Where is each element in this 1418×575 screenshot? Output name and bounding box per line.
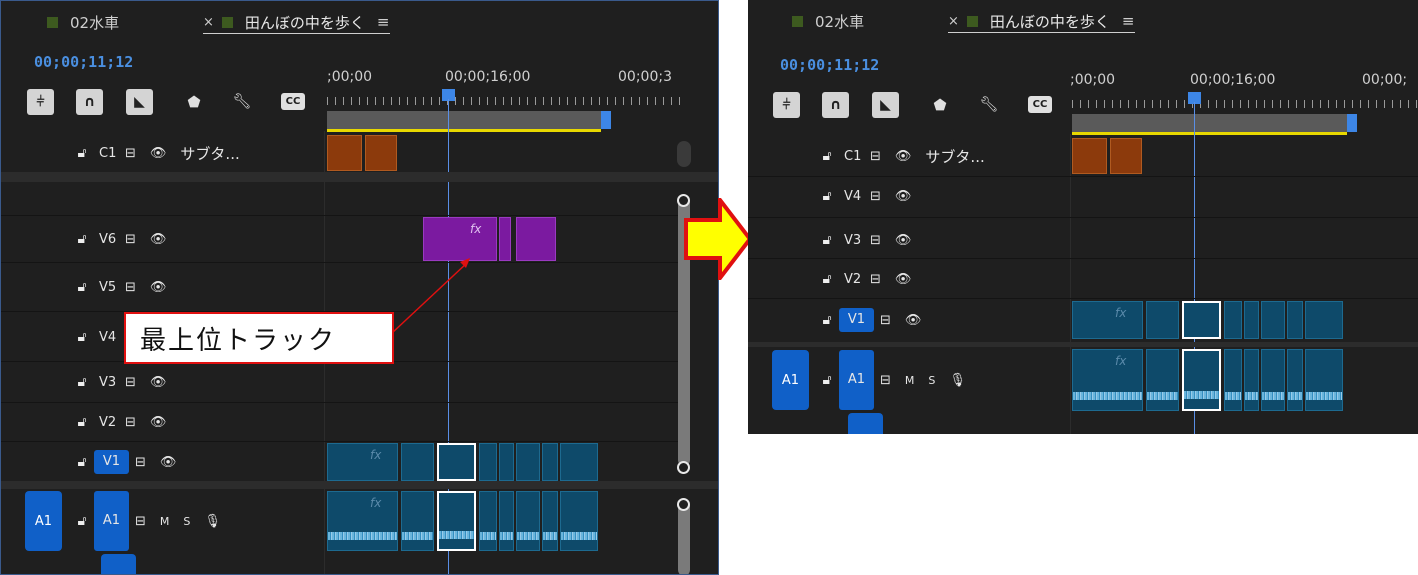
caption-clip[interactable] <box>1110 138 1142 174</box>
sync-lock-icon[interactable]: ⊟ <box>870 149 881 164</box>
playhead-timecode[interactable]: 00;00;11;12 <box>780 56 879 74</box>
fx-badge: fx <box>1115 354 1127 368</box>
audio-clip[interactable] <box>1224 349 1242 411</box>
lock-icon[interactable]: 🔓︎ <box>820 372 834 388</box>
track-row-line <box>748 176 1418 177</box>
eye-icon[interactable]: 👁︎ <box>895 149 912 164</box>
sync-lock-icon[interactable]: ⊟ <box>880 373 891 388</box>
callout-top-track-label: 最上位トラック <box>124 312 394 364</box>
v1-source-target[interactable]: V1 <box>839 308 874 332</box>
a2-track-target[interactable] <box>848 413 883 434</box>
video-clip[interactable] <box>1224 301 1242 339</box>
ruler-label-16: 00;00;16;00 <box>1190 72 1276 88</box>
sequence-icon <box>792 15 803 27</box>
eye-icon[interactable]: 👁︎ <box>905 313 922 328</box>
video-clip[interactable]: fx <box>1072 301 1143 339</box>
track-row-line <box>748 217 1418 218</box>
sync-lock-icon[interactable]: ⊟ <box>870 233 881 248</box>
video-clip[interactable] <box>1305 301 1343 339</box>
close-icon[interactable]: × <box>948 14 959 29</box>
sync-lock-icon[interactable]: ⊟ <box>870 272 881 287</box>
ruler-label-32: 00;00; <box>1362 72 1408 88</box>
video-clip[interactable] <box>1261 301 1285 339</box>
eye-icon[interactable]: 👁︎ <box>895 189 912 204</box>
audio-clip[interactable]: fx <box>1072 349 1143 411</box>
nest-sequence-icon[interactable]: ⫩ <box>773 92 800 118</box>
caption-clip[interactable] <box>1072 138 1107 174</box>
lock-icon[interactable]: 🔓︎ <box>820 148 834 164</box>
video-clip-selected[interactable] <box>1182 301 1221 339</box>
snap-icon[interactable]: ∩ <box>822 92 849 118</box>
wrench-icon[interactable]: 🔧︎ <box>978 94 1000 114</box>
audio-clip[interactable] <box>1244 349 1259 411</box>
fx-badge: fx <box>1115 306 1127 320</box>
track-header-v2[interactable]: 🔓︎ V2 ⊟ 👁︎ <box>820 267 925 291</box>
audio-clip[interactable] <box>1146 349 1179 411</box>
audio-clip-selected[interactable] <box>1182 349 1221 411</box>
solo-button[interactable]: S <box>928 374 935 387</box>
track-header-v1[interactable]: 🔓︎ V1 ⊟ 👁︎ <box>820 308 935 332</box>
a1-source-target[interactable]: A1 <box>772 350 809 410</box>
zoom-scrollbar-handle[interactable] <box>1347 114 1357 132</box>
sync-lock-icon[interactable]: ⊟ <box>870 189 881 204</box>
tab-sequence-02[interactable]: 02水車 <box>792 10 864 32</box>
time-ruler[interactable] <box>1072 100 1418 108</box>
transition-arrow <box>684 198 752 280</box>
timeline-panel-after: 02水車 × 田んぼの中を歩く ≡ 00;00;11;12 ⫩ ∩ ◣ ⬟ 🔧︎… <box>748 0 1418 434</box>
audio-clip[interactable] <box>1305 349 1343 411</box>
microphone-icon[interactable]: 🎙︎ <box>949 373 966 388</box>
ruler-label-0: ;00;00 <box>1070 72 1116 88</box>
a1-track-target[interactable]: A1 <box>839 350 874 410</box>
eye-icon[interactable]: 👁︎ <box>895 233 912 248</box>
track-header-divider <box>1070 134 1071 434</box>
track-row-line <box>748 298 1418 299</box>
sequence-icon <box>966 15 978 27</box>
track-header-v3[interactable]: 🔓︎ V3 ⊟ 👁︎ <box>820 228 925 252</box>
track-row-line <box>748 258 1418 259</box>
mute-button[interactable]: M <box>905 374 915 387</box>
tab-bar: 02水車 × 田んぼの中を歩く ≡ <box>748 0 1418 42</box>
captions-icon[interactable]: CC <box>1028 96 1052 113</box>
marker-icon[interactable]: ⬟ <box>933 96 947 114</box>
video-clip[interactable] <box>1146 301 1179 339</box>
lock-icon[interactable]: 🔓︎ <box>820 232 834 248</box>
sync-lock-icon[interactable]: ⊟ <box>880 313 891 328</box>
lock-icon[interactable]: 🔓︎ <box>820 188 834 204</box>
eye-icon[interactable]: 👁︎ <box>895 272 912 287</box>
linked-selection-icon[interactable]: ◣ <box>872 92 899 118</box>
track-header-v4[interactable]: 🔓︎ V4 ⊟ 👁︎ <box>820 184 925 208</box>
video-clip[interactable] <box>1244 301 1259 339</box>
callout-pointer <box>391 258 470 334</box>
video-clip[interactable] <box>1287 301 1303 339</box>
track-header-a1[interactable]: 🔓︎ A1 ⊟ M S 🎙︎ <box>820 350 980 410</box>
lock-icon[interactable]: 🔓︎ <box>820 312 834 328</box>
audio-clip[interactable] <box>1287 349 1303 411</box>
menu-icon[interactable]: ≡ <box>1122 12 1135 30</box>
work-area-bar[interactable] <box>1072 132 1347 135</box>
tab-sequence-active[interactable]: × 田んぼの中を歩く ≡ <box>948 10 1135 33</box>
audio-clip[interactable] <box>1261 349 1285 411</box>
track-header-c1[interactable]: 🔓︎ C1 ⊟ 👁︎ サブタ... <box>820 144 984 168</box>
video-audio-separator <box>748 342 1418 347</box>
timeline-zoom-scrollbar[interactable] <box>1072 114 1347 132</box>
lock-icon[interactable]: 🔓︎ <box>820 271 834 287</box>
